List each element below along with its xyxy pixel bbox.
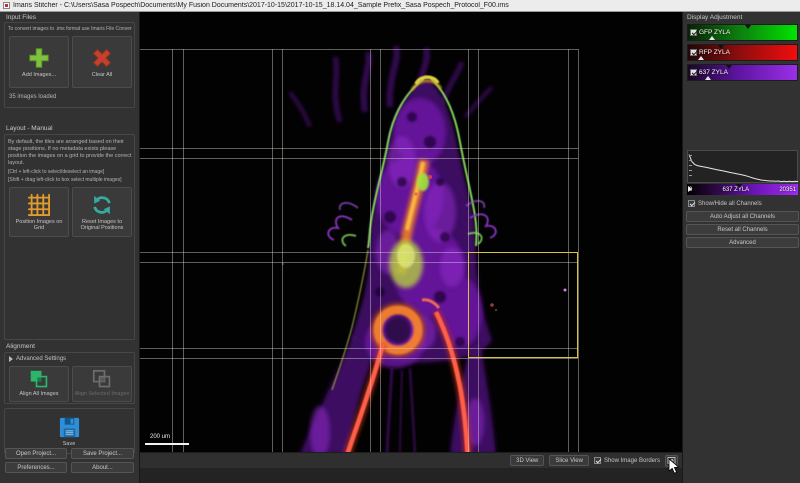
viewer-bottom-strip [140, 468, 682, 483]
gfp-label: GFP ZYLA [699, 29, 730, 36]
alignment-section-label: Alignment [6, 343, 35, 350]
app-icon [3, 2, 10, 9]
preferences-label: Preferences... [17, 465, 54, 471]
reset-images-button[interactable]: Reset Images to Original Positions [72, 187, 132, 237]
position-images-label: Position Images on Grid [10, 219, 68, 232]
3d-view-button[interactable]: 3D View [510, 455, 544, 466]
align-all-icon [28, 370, 50, 389]
show-image-borders-label: Show Image Borders [604, 458, 660, 464]
reset-arrows-icon [90, 193, 114, 217]
gfp-max-handle[interactable] [745, 25, 751, 29]
save-project-label: Save Project... [83, 451, 122, 457]
3d-view-label: 3D View [516, 458, 538, 464]
layout-section-label: Layout - Manual [6, 125, 53, 132]
clear-x-icon [90, 46, 114, 70]
save-label: Save [63, 441, 76, 448]
reset-all-channels-button[interactable]: Reset all Channels [686, 224, 799, 235]
advanced-label: Advanced [729, 240, 756, 246]
open-project-label: Open Project... [16, 451, 56, 457]
converter-hint: To convert images to .ims format use Ima… [8, 26, 132, 32]
expander-arrow-icon [9, 356, 13, 362]
images-loaded-status: 35 images loaded [9, 94, 56, 100]
gfp-min-handle[interactable] [709, 36, 715, 40]
channel-rfp[interactable]: RFP ZYLA [687, 44, 798, 61]
save-project-button[interactable]: Save Project... [71, 448, 134, 459]
range-mid-marker[interactable] [736, 184, 742, 188]
image-viewer: 200 um 3D View Slice View Show Image Bor… [140, 12, 682, 483]
reset-images-label: Reset Images to Original Positions [73, 219, 131, 232]
position-images-on-grid-button[interactable]: Position Images on Grid [9, 187, 69, 237]
channel-gfp[interactable]: GFP ZYLA [687, 24, 798, 41]
window-title: Imaris Stitcher - C:\Users\Sasa Pospech\… [13, 2, 509, 9]
clear-all-label: Clear All [92, 72, 112, 79]
show-hide-all-channels-label: Show/Hide all Channels [698, 201, 762, 207]
display-adjustment-label: Display Adjustment [687, 14, 742, 21]
about-button[interactable]: About... [71, 462, 134, 473]
align-selected-images-button[interactable]: Align Selected Images [72, 366, 132, 402]
rfp-max-handle[interactable] [718, 45, 724, 49]
align-all-label: Align All Images [19, 391, 58, 398]
advanced-settings-label: Advanced Settings [16, 356, 66, 362]
fit-screen-icon [667, 456, 676, 465]
rfp-min-handle[interactable] [698, 56, 704, 60]
align-selected-icon [91, 370, 113, 389]
save-floppy-icon [58, 416, 81, 439]
scale-bar-label: 200 um [150, 434, 170, 440]
fit-view-button[interactable] [665, 455, 678, 467]
histogram-range-bar[interactable]: 0 637 ZYLA 20351 [687, 184, 798, 195]
advanced-button[interactable]: Advanced [686, 237, 799, 248]
gfp-checkbox[interactable] [690, 29, 697, 36]
range-min-marker[interactable] [688, 186, 692, 192]
checkbox-icon [594, 457, 601, 464]
alignment-groupbox: Advanced Settings Align All Images Align… [4, 352, 135, 404]
plus-icon [27, 46, 51, 70]
imaris-stitcher-window: Imaris Stitcher - C:\Users\Sasa Pospech\… [0, 0, 800, 483]
range-max-value: 20351 [779, 187, 796, 193]
align-selected-label: Align Selected Images [75, 391, 130, 398]
slice-view-label: Slice View [555, 458, 583, 464]
layout-groupbox: By default, the tiles are arranged based… [4, 134, 135, 340]
input-files-section-label: Input Files [6, 14, 36, 21]
637-label: 637 ZYLA [699, 69, 728, 76]
preferences-button[interactable]: Preferences... [5, 462, 67, 473]
align-all-images-button[interactable]: Align All Images [9, 366, 69, 402]
tile-border-grid [140, 12, 682, 452]
open-project-button[interactable]: Open Project... [5, 448, 67, 459]
637-min-handle[interactable] [705, 76, 711, 80]
show-image-borders-checkbox[interactable]: Show Image Borders [594, 457, 660, 464]
rfp-label: RFP ZYLA [699, 49, 730, 56]
637-checkbox[interactable] [690, 69, 697, 76]
clear-all-button[interactable]: Clear All [72, 36, 132, 88]
rfp-checkbox[interactable] [690, 49, 697, 56]
auto-adjust-label: Auto Adjust all Channels [710, 214, 775, 220]
advanced-settings-expander[interactable]: Advanced Settings [9, 356, 66, 362]
scale-bar [145, 443, 189, 445]
channel-637[interactable]: 637 ZYLA [687, 64, 798, 81]
layout-hint-shift: [Shift + drag left-click to box select m… [8, 177, 132, 183]
slice-view-button[interactable]: Slice View [549, 455, 589, 466]
checkbox-icon [688, 200, 695, 207]
grid-icon [27, 193, 51, 217]
save-button[interactable]: Save [39, 413, 99, 450]
display-adjustment-panel: Display Adjustment GFP ZYLA RFP ZYLA 637… [682, 12, 800, 483]
layout-hint-ctrl: [Ctrl + left-click to select/deselect an… [8, 169, 132, 175]
reset-all-channels-label: Reset all Channels [717, 227, 767, 233]
viewer-canvas[interactable]: 200 um [140, 12, 682, 452]
left-panel: Input Files To convert images to .ims fo… [0, 12, 140, 483]
show-hide-all-channels-checkbox[interactable]: Show/Hide all Channels [688, 200, 762, 207]
histogram-curve [688, 151, 799, 184]
selected-tile-outline[interactable] [468, 252, 578, 358]
titlebar: Imaris Stitcher - C:\Users\Sasa Pospech\… [0, 0, 800, 12]
auto-adjust-button[interactable]: Auto Adjust all Channels [686, 211, 799, 222]
viewer-toolbar: 3D View Slice View Show Image Borders [140, 452, 682, 468]
input-files-groupbox: To convert images to .ims format use Ima… [4, 22, 135, 108]
about-label: About... [92, 465, 113, 471]
intensity-histogram[interactable] [687, 150, 798, 183]
layout-description: By default, the tiles are arranged based… [8, 139, 132, 167]
add-images-label: Add Images... [22, 72, 56, 79]
637-max-handle[interactable] [726, 65, 732, 69]
add-images-button[interactable]: Add Images... [9, 36, 69, 88]
